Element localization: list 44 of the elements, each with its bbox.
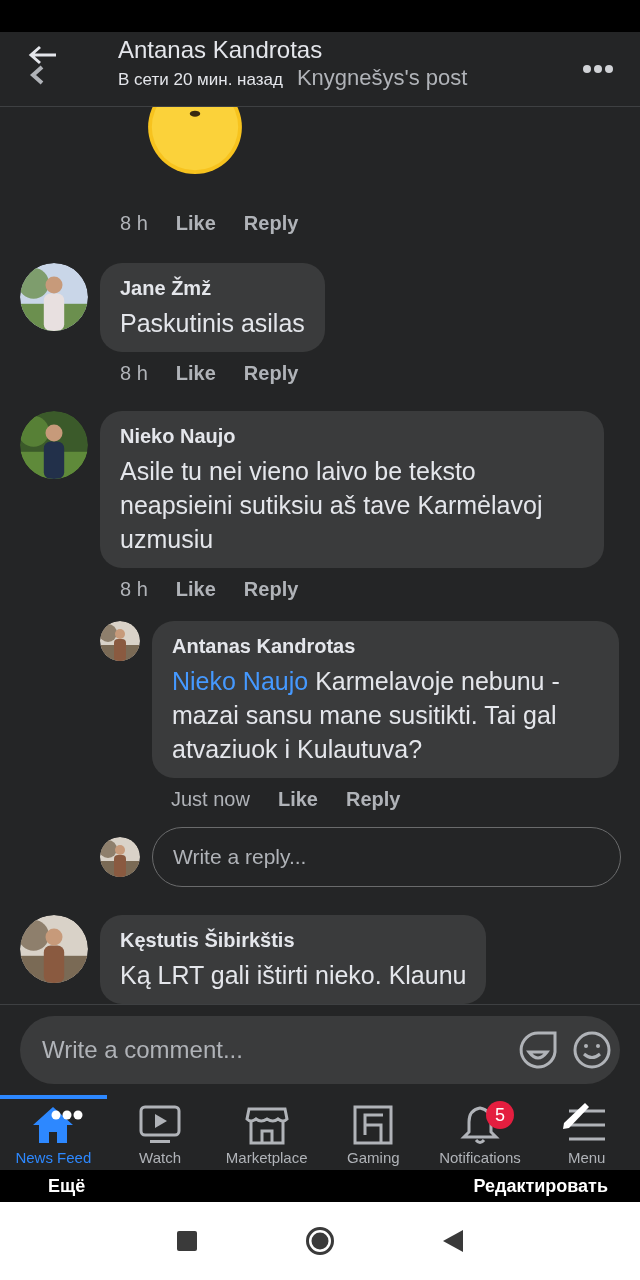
comment-time: 8 h <box>120 212 148 235</box>
comment-action-link[interactable]: Reply <box>243 362 299 385</box>
more-label[interactable]: Ещё <box>48 1175 86 1197</box>
contact-name: Antanas Kandrotas <box>118 35 324 65</box>
emoji-picker-icon[interactable] <box>572 1030 612 1070</box>
notification-badge: 5 <box>486 1101 514 1129</box>
comment-author: Kęstutis Šibirkštis <box>120 929 296 952</box>
page-title: Knygnešys's post <box>296 65 468 91</box>
comment-action-link[interactable]: Like <box>175 362 216 385</box>
comment-time: 8 h <box>120 578 148 601</box>
nav-tab[interactable]: Watch <box>106 1095 214 1170</box>
nav-tab[interactable]: Marketplace <box>213 1095 320 1170</box>
comment-action-link[interactable]: Reply <box>243 578 299 601</box>
more-icon[interactable] <box>583 64 613 74</box>
comment-text: Nieko Naujo Karmelavoje nebunu - mazai sansu mane susitikti. Tai gal atvaziuok i Kulautuva? <box>172 666 561 765</box>
sticker-icon[interactable] <box>518 1030 558 1070</box>
store-icon <box>244 1105 289 1145</box>
pen-icon[interactable] <box>560 1101 591 1131</box>
home-button-icon[interactable] <box>305 1226 335 1256</box>
online-status: В сети 20 мин. назад <box>118 70 283 90</box>
edit-label[interactable]: Редактировать <box>473 1175 608 1197</box>
comment-author: Antanas Kandrotas <box>172 635 357 658</box>
mention-link[interactable]: Nieko Naujo <box>172 667 309 695</box>
comment-action-link[interactable]: Like <box>175 578 216 601</box>
nav-tab[interactable]: Gaming <box>320 1095 427 1170</box>
comment-text: Asile tu nei vieno laivo be teksto neapsieini sutiksiu aš tave Karmėlavoj uzmusiu <box>120 456 544 555</box>
comment-action-link[interactable]: Like <box>277 788 318 811</box>
comment-author: Jane Žmž <box>120 277 213 300</box>
video-play-icon <box>138 1105 182 1145</box>
back-icon[interactable] <box>443 1230 463 1252</box>
nav-tab[interactable]: Menu <box>533 1095 640 1170</box>
comment-time: 8 h <box>120 362 148 385</box>
comment-action-link[interactable]: Reply <box>243 212 299 235</box>
comment-text: Paskutinis asilas <box>120 308 305 339</box>
reply-field[interactable]: Write a reply... <box>152 827 621 887</box>
comment-field[interactable]: Write a comment... <box>20 1016 620 1084</box>
comment-action-link[interactable]: Reply <box>345 788 401 811</box>
gaming-icon <box>351 1105 396 1145</box>
more-icon[interactable] <box>51 1110 84 1120</box>
nav-tab[interactable]: 5 Notifications <box>426 1095 534 1170</box>
comment-action-link[interactable]: Like <box>175 212 216 235</box>
comment-text: Ką LRT gali ištirti nieko. Klaunu <box>120 960 467 991</box>
comment-author: Nieko Naujo <box>120 425 237 448</box>
comment-time: Just now <box>171 788 250 811</box>
